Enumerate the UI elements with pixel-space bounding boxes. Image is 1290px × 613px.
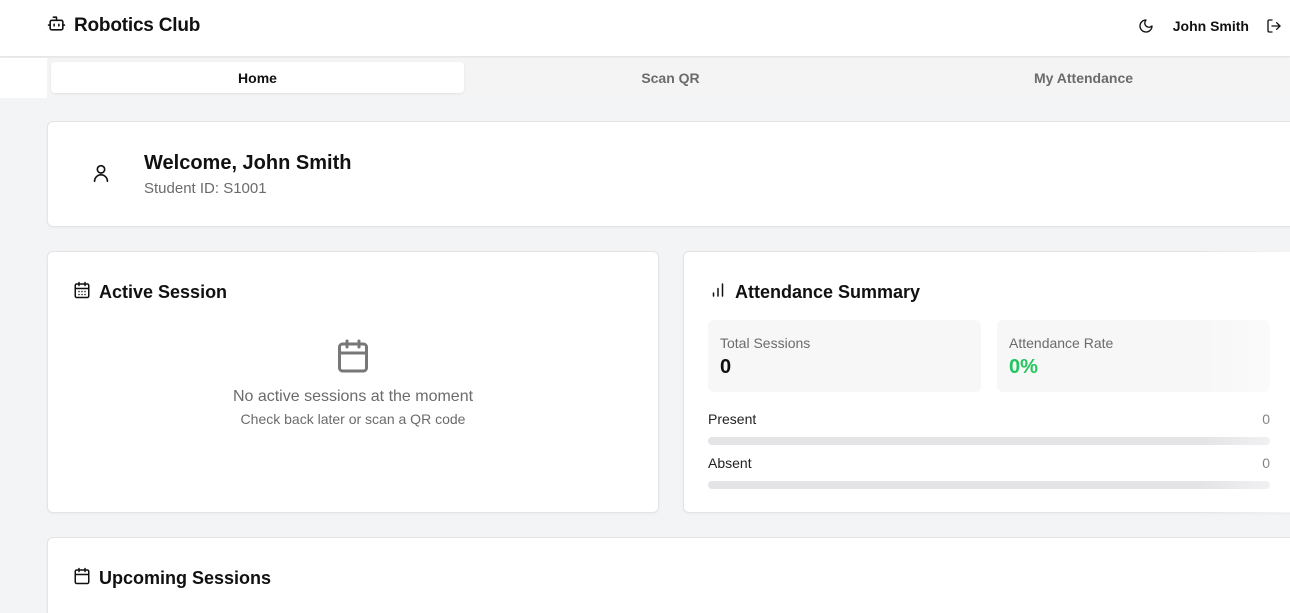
active-session-title: Active Session: [99, 282, 228, 302]
active-session-card: Active Session No active sessions at the…: [47, 251, 659, 513]
calendar-icon: [335, 337, 371, 375]
present-progress-bar: [708, 437, 1270, 445]
moon-icon[interactable]: [1135, 15, 1157, 37]
user-icon: [90, 162, 112, 184]
attendance-summary-title: Attendance Summary: [735, 282, 921, 302]
header-actions: John Smith: [1135, 15, 1290, 37]
absent-count: 0: [1262, 455, 1270, 471]
total-sessions-value: 0: [720, 356, 732, 378]
tab-home[interactable]: Home: [51, 62, 464, 93]
upcoming-sessions-title: Upcoming Sessions: [99, 568, 272, 588]
attendance-rate-value: 0%: [1009, 356, 1038, 378]
brand[interactable]: Robotics Club: [47, 14, 200, 38]
attendance-summary-header: Attendance Summary: [709, 281, 920, 304]
tab-bar: Home Scan QR My Attendance: [0, 58, 1290, 98]
tab-scan-qr[interactable]: Scan QR: [464, 62, 877, 93]
welcome-title: Welcome, John Smith: [144, 152, 352, 174]
tab-my-attendance[interactable]: My Attendance: [877, 62, 1290, 93]
empty-state-hint: Check back later or scan a QR code: [240, 411, 466, 427]
top-header: Robotics Club John Smith: [0, 0, 1290, 57]
upcoming-sessions-card: Upcoming Sessions: [47, 537, 1290, 613]
logout-icon[interactable]: [1263, 15, 1285, 37]
total-sessions-label: Total Sessions: [720, 335, 811, 351]
empty-state-message: No active sessions at the moment: [232, 388, 474, 405]
active-session-header: Active Session: [73, 281, 227, 304]
present-label: Present: [708, 411, 757, 427]
attendance-summary-card: Attendance Summary Total Sessions 0 Atte…: [683, 251, 1290, 513]
attendance-rate-label: Attendance Rate: [1009, 335, 1114, 351]
present-count: 0: [1262, 411, 1270, 427]
student-id: Student ID: S1001: [144, 180, 267, 197]
upcoming-sessions-header: Upcoming Sessions: [73, 567, 271, 590]
absent-progress-bar: [708, 481, 1270, 489]
app-title: Robotics Club: [74, 15, 201, 36]
attendance-rate-stat: Attendance Rate 0%: [997, 320, 1270, 392]
calendar-grid-icon: [73, 281, 91, 304]
bar-chart-icon: [709, 281, 727, 304]
robot-icon: [47, 14, 66, 38]
calendar-icon: [73, 567, 91, 590]
user-name: John Smith: [1172, 18, 1249, 34]
absent-label: Absent: [708, 455, 752, 471]
welcome-card: Welcome, John Smith Student ID: S1001: [47, 121, 1290, 227]
total-sessions-stat: Total Sessions 0: [708, 320, 981, 392]
tab-bar-edge: [0, 58, 47, 98]
